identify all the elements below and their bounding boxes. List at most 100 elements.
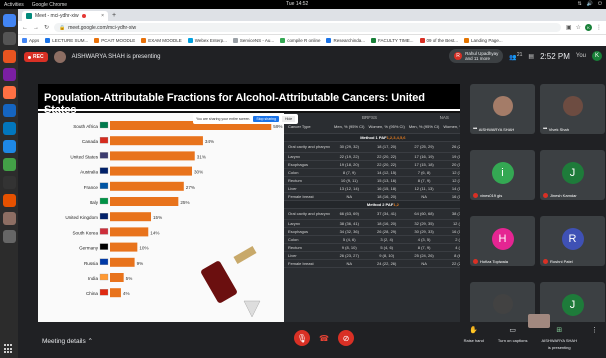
participant-tile[interactable]: i vines019 gls	[470, 150, 535, 200]
present-button[interactable]: ⊞ AISHWARYA SHAH is presenting	[542, 327, 578, 350]
table-row: Colon5 (4, 6)3 (2, 4)4 (3, 5)2 (1, 3)	[284, 235, 460, 244]
value-cell: NA	[406, 259, 442, 268]
value-cell: 8 (7, 9)	[406, 243, 442, 252]
people-icon[interactable]: 👥21	[509, 52, 522, 61]
app-icon[interactable]	[2, 212, 16, 225]
participant-name-row: Hofiza Topiwala	[473, 259, 508, 264]
meet-control-bar: Meeting details ⌃ 🎙 ☎ ⊘ ✋ Raise hand ▭ T…	[18, 322, 606, 358]
bookmark-favicon-icon	[326, 38, 332, 43]
participant-photo	[562, 96, 583, 116]
rec-label: REC	[33, 54, 44, 60]
country-flag-icon	[99, 289, 109, 296]
presenting-text: AISHWARYA SHAH is presenting	[71, 54, 161, 60]
mic-muted-icon	[473, 193, 478, 198]
meeting-details-button[interactable]: Meeting details ⌃	[42, 337, 93, 345]
cancer-type-cell: Esophagus	[284, 227, 333, 236]
tab-meet[interactable]: Meet - mci-ydhr-xiw ×	[22, 11, 108, 21]
bookmarks-bar: Apps LECTURE SUM... PCAIT MOODLE EXAM MOODL…	[18, 34, 606, 46]
participant-tile[interactable]: J Jinesh Kamdar	[540, 150, 605, 200]
cancer-type-cell: Colon	[284, 168, 333, 177]
menu-icon[interactable]: ⋮	[596, 24, 602, 31]
bookmark-item[interactable]: LECTURE SUM...	[45, 38, 88, 43]
bookmark-item[interactable]: Researchinda...	[326, 38, 365, 43]
hide-share-bar-button[interactable]: Hide	[282, 116, 296, 122]
mic-off-button[interactable]: 🎙	[294, 330, 310, 346]
firefox-app-icon[interactable]	[2, 86, 16, 99]
table-row: Oral cavity and pharynx 30 (29, 32) 18 (17…	[284, 141, 460, 153]
app-icon[interactable]	[2, 230, 16, 243]
more-options-button[interactable]: ⋮	[591, 327, 598, 337]
country-flag-icon	[99, 273, 109, 281]
table-row: Esophagus 19 (18, 20) 22 (20, 22) 17 (15, 1…	[284, 160, 460, 169]
app-icon[interactable]	[2, 68, 16, 81]
participant-tile[interactable]: ••• AISHWARYA SHAH	[470, 84, 535, 134]
bookmark-item[interactable]: compile R online	[280, 38, 320, 43]
software-app-icon[interactable]	[2, 50, 16, 63]
bar-value-label: 15%	[153, 215, 162, 220]
chrome-app-icon[interactable]	[2, 14, 16, 27]
camera-off-button[interactable]: ⊘	[338, 330, 354, 346]
category-label: Russia	[84, 261, 98, 266]
forward-icon[interactable]: →	[33, 25, 39, 31]
participant-tile[interactable]: H Hofiza Topiwala	[470, 216, 535, 266]
mic-muted-icon	[543, 259, 548, 264]
meeting-details-label: Meeting details	[42, 338, 86, 345]
profile-avatar[interactable]: K	[585, 24, 592, 31]
value-cell: 14 (13, 16)	[441, 184, 460, 193]
leave-call-button[interactable]: ☎	[316, 330, 332, 346]
value-cell: 9 (8, 10)	[332, 243, 367, 252]
captions-button[interactable]: ▭ Turn on captions	[498, 327, 528, 344]
stop-sharing-button[interactable]: Stop sharing	[253, 116, 280, 122]
value-cell: 25 (24, 26)	[406, 251, 442, 260]
self-view-thumbnail[interactable]	[528, 314, 550, 328]
chat-icon[interactable]: ▤	[528, 53, 534, 60]
bookmark-item[interactable]: Apps	[22, 38, 39, 43]
help-app-icon[interactable]	[2, 140, 16, 153]
show-apps-icon[interactable]	[4, 344, 14, 354]
cancer-type-cell: Female breast	[284, 192, 333, 201]
bookmark-item[interactable]: 09 of the Best...	[419, 38, 458, 43]
star-icon[interactable]: ☆	[576, 24, 581, 31]
method-row: Method 1 PAF1,2,3,4,5,6	[284, 133, 460, 142]
system-tray[interactable]: ⇅ 🔊 ⏻	[578, 1, 602, 7]
calc-app-icon[interactable]	[2, 158, 16, 171]
camera-icon[interactable]: ▣	[566, 24, 572, 31]
new-tab-button[interactable]: +	[108, 11, 120, 21]
files-app-icon[interactable]	[2, 104, 16, 117]
activities-button[interactable]: Activities	[4, 2, 24, 8]
value-cell: 12 (9, 13)	[441, 219, 460, 228]
address-bar[interactable]: 🔒 meet.google.com/mci-ydhr-xiw	[54, 23, 561, 32]
method-name: Method 1 PAF	[360, 134, 387, 140]
system-app-icon[interactable]	[2, 32, 16, 45]
bookmark-favicon-icon	[22, 38, 27, 43]
bookmark-item[interactable]: ServiceNS - Au...	[232, 38, 274, 43]
back-icon[interactable]: ←	[22, 25, 28, 31]
value-cell: 13 (12, 14)	[332, 184, 367, 193]
bookmark-item[interactable]: Landing Page...	[464, 38, 503, 43]
close-tab-icon[interactable]: ×	[101, 13, 104, 19]
app-menu[interactable]: Google Chrome	[32, 2, 67, 8]
bookmark-item[interactable]: FACULTY TIME...	[371, 38, 414, 43]
participant-name-row: Roshni Patel	[543, 259, 573, 264]
bar-value-label: 25%	[180, 200, 189, 205]
value-cell: 16 (15, 18)	[366, 184, 407, 193]
bookmark-item[interactable]: Webex Enterp...	[187, 38, 227, 43]
bookmark-favicon-icon	[94, 38, 100, 43]
value-cell: 34 (32, 36)	[332, 227, 367, 236]
writer-app-icon[interactable]	[2, 122, 16, 135]
impress-app-icon[interactable]	[2, 194, 16, 207]
self-avatar[interactable]: K	[592, 51, 602, 61]
category-label: Italy	[90, 200, 99, 205]
participant-tile[interactable]: R Roshni Patel	[540, 216, 605, 266]
participant-tile[interactable]: ••• Vivek Shah	[540, 84, 605, 134]
reload-icon[interactable]: ↻	[44, 24, 49, 31]
system-clock[interactable]: Tue 14:52	[286, 1, 308, 7]
country-flag-icon	[99, 167, 109, 174]
raise-hand-button[interactable]: ✋ Raise hand	[464, 327, 484, 344]
bookmark-item[interactable]: EXAM MOODLE	[141, 38, 182, 43]
bookmark-item[interactable]: PCAIT MOODLE	[94, 38, 135, 43]
value-cell: 14 (12, 15)	[366, 168, 407, 177]
participant-pill[interactable]: R Rahul Upadhyay and 11 more	[449, 49, 504, 63]
bar-value-label: 9%	[137, 261, 144, 266]
terminal-app-icon[interactable]	[2, 176, 16, 189]
